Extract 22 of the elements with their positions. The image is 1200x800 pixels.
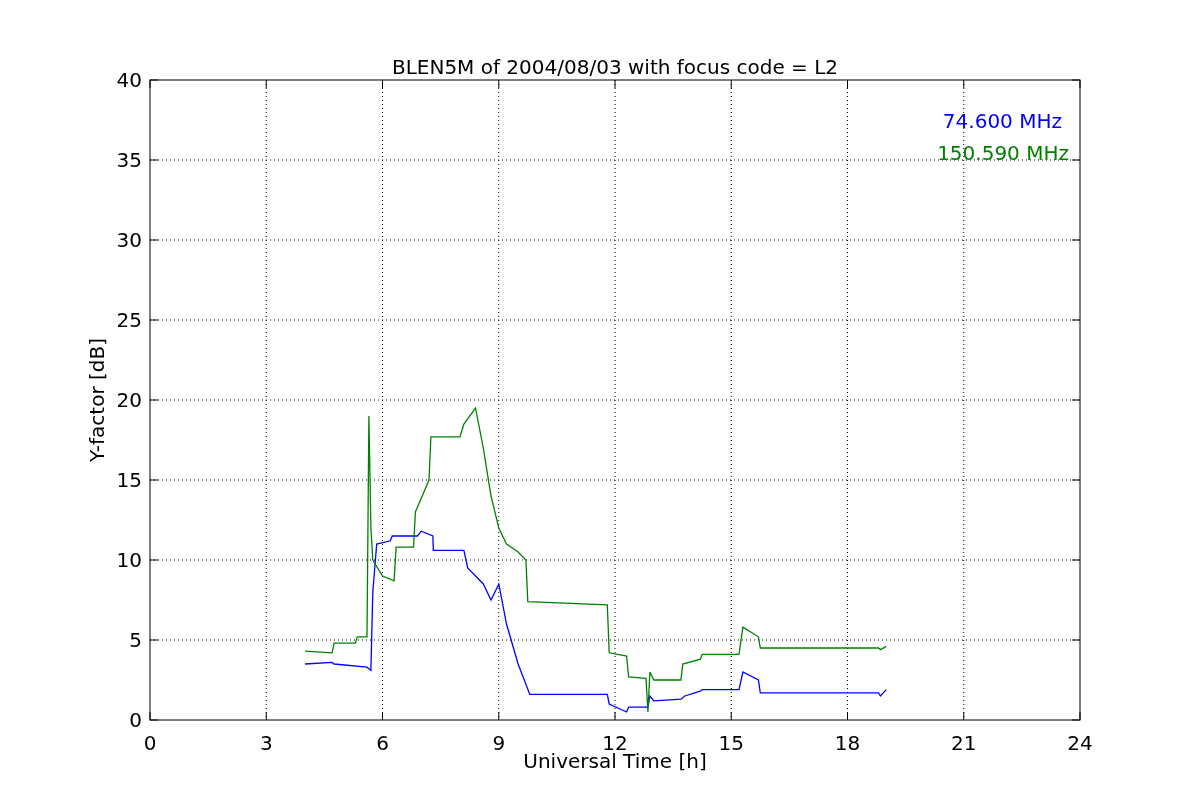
tick-label: 6: [376, 731, 389, 755]
tick-label: 24: [1067, 731, 1093, 755]
tick-label: 30: [116, 228, 142, 252]
tick-label: 25: [116, 308, 142, 332]
chart-title: BLEN5M of 2004/08/03 with focus code = L2: [391, 55, 839, 79]
tick-label: 0: [129, 708, 142, 732]
y-axis-label: Y-factor [dB]: [85, 338, 109, 462]
legend-label: 150.590 MHz: [937, 141, 1069, 165]
legend-label: 74.600 MHz: [942, 109, 1062, 133]
tick-label: 18: [834, 731, 861, 755]
tick-label: 9: [492, 731, 506, 755]
tick-label: 5: [129, 628, 142, 652]
tick-label: 15: [116, 468, 142, 492]
x-axis-label: Universal Time [h]: [523, 749, 707, 773]
tick-label: 40: [116, 68, 142, 92]
tick-label: 3: [259, 731, 273, 755]
tick-label: 21: [951, 731, 977, 755]
tick-label: 15: [718, 731, 744, 755]
tick-label: 20: [116, 388, 142, 412]
tick-label: 10: [116, 548, 142, 572]
tick-label: 35: [116, 148, 142, 172]
tick-label: 0: [143, 731, 157, 755]
